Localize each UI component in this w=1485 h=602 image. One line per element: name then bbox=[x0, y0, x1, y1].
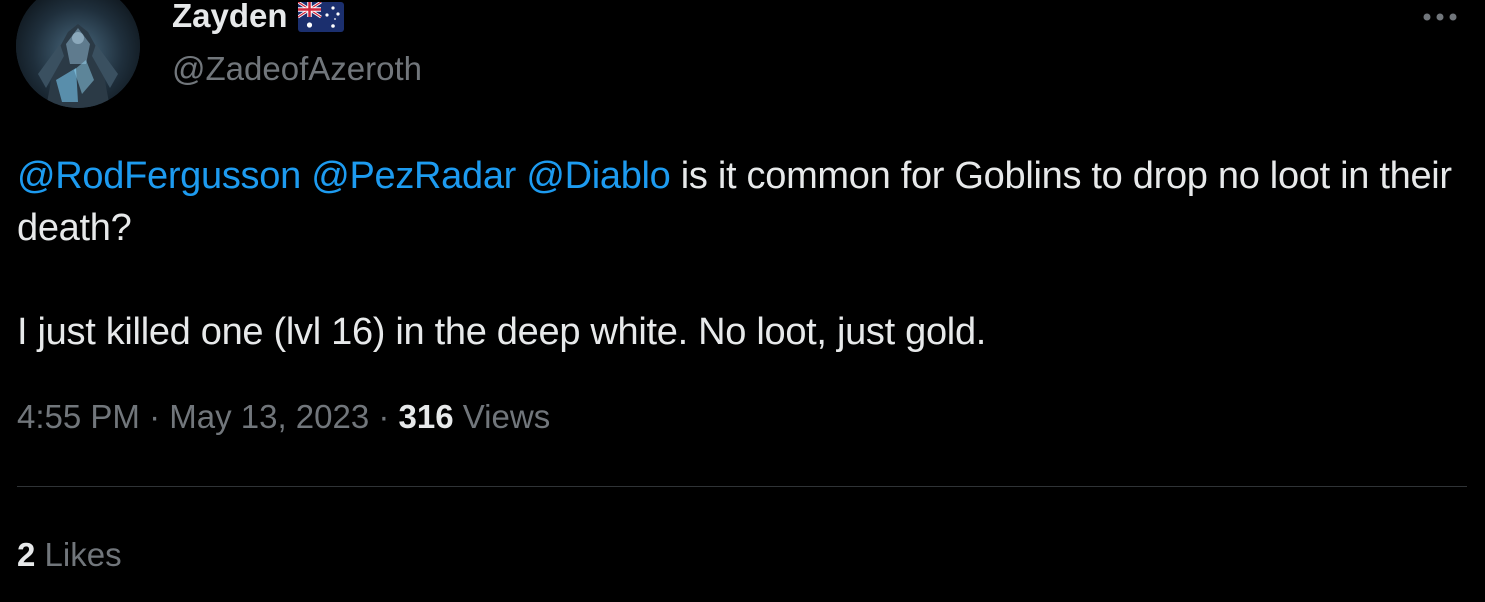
views-label: Views bbox=[453, 398, 551, 435]
author-handle[interactable]: @ZadeofAzeroth bbox=[172, 50, 422, 88]
likes-count: 2 bbox=[17, 536, 36, 573]
tweet-date[interactable]: May 13, 2023 bbox=[169, 398, 369, 435]
avatar[interactable] bbox=[16, 0, 140, 108]
meta-separator: · bbox=[369, 398, 399, 435]
armored-knight-avatar-icon bbox=[16, 0, 140, 108]
divider bbox=[17, 486, 1467, 487]
tweet-paragraph-2: I just killed one (lvl 16) in the deep w… bbox=[17, 311, 987, 353]
tweet-time[interactable]: 4:55 PM bbox=[17, 398, 140, 435]
likes-link[interactable]: 2 Likes bbox=[17, 536, 122, 574]
mention-link[interactable]: @RodFergusson bbox=[17, 155, 301, 197]
tweet-paragraph-1: @RodFergusson @PezRadar @Diablo is it co… bbox=[17, 150, 1472, 254]
australia-flag-icon bbox=[297, 2, 344, 32]
views-count: 316 bbox=[398, 398, 454, 435]
author-display-name-row[interactable]: Zayden bbox=[172, 0, 344, 35]
author-display-name[interactable]: Zayden bbox=[172, 0, 288, 35]
tweet-meta: 4:55 PM · May 13, 2023 · 316 Views bbox=[17, 398, 550, 436]
likes-label: Likes bbox=[35, 536, 122, 573]
mention-link[interactable]: @PezRadar bbox=[311, 155, 516, 197]
meta-separator: · bbox=[139, 398, 170, 435]
mention-link[interactable]: @Diablo bbox=[526, 155, 671, 197]
more-options-icon[interactable] bbox=[1420, 6, 1464, 28]
tweet-text: @RodFergusson @PezRadar @Diablo is it co… bbox=[17, 150, 1472, 358]
